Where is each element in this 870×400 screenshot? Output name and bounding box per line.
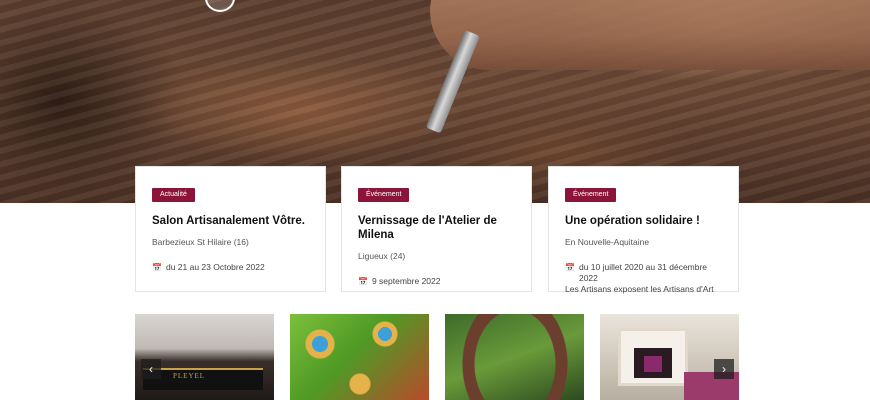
card-note: Les Artisans exposent les Artisans d'Art [565,284,714,294]
fire-shape [634,348,672,378]
card-date: 📅 du 21 au 23 Octobre 2022 [152,262,309,273]
card-date: 📅 9 septembre 2022 [358,276,515,287]
card-location: Ligueux (24) [358,251,406,261]
card-location: Barbezieux St Hilaire (16) [152,237,249,247]
news-card[interactable]: Actualité Salon Artisanalement Vôtre. Ba… [135,166,326,292]
calendar-icon: 📅 [152,263,162,272]
card-date-text: du 10 juillet 2020 au 31 décembre 2022 [578,262,708,283]
card-title[interactable]: Salon Artisanalement Vôtre. [152,214,309,228]
category-badge: Événement [358,188,410,202]
piano-brand-label: PLEYEL [173,372,206,380]
calendar-icon: 📅 [565,263,575,272]
gallery-image[interactable]: PLEYEL [135,314,274,400]
category-badge: Événement [565,188,617,202]
news-card[interactable]: Événement Une opération solidaire ! En N… [548,166,739,294]
gallery-image[interactable] [290,314,429,400]
calendar-icon: 📅 [358,277,368,286]
gallery-image[interactable] [445,314,584,400]
card-location: En Nouvelle-Aquitaine [565,237,650,247]
card-title[interactable]: Une opération solidaire ! [565,214,722,228]
chevron-left-icon[interactable]: ‹ [141,359,161,379]
artisan-hand [430,0,870,70]
gallery-image[interactable] [600,314,739,400]
card-date: 📅 du 10 juillet 2020 au 31 décembre 2022 [565,262,722,284]
category-badge: Actualité [152,188,195,202]
card-date-text: 9 septembre 2022 [371,276,441,286]
card-date-text: du 21 au 23 Octobre 2022 [165,262,265,272]
news-card[interactable]: Événement Vernissage de l'Atelier de Mil… [341,166,532,292]
chevron-right-icon[interactable]: › [714,359,734,379]
card-title[interactable]: Vernissage de l'Atelier de Milena [358,214,515,242]
